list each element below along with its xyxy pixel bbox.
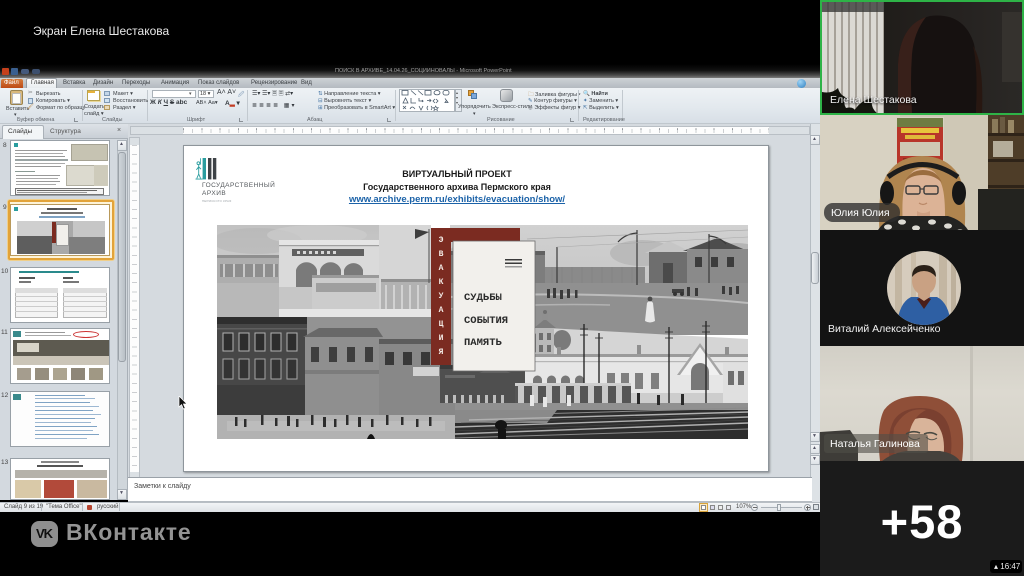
svg-text:К: К: [439, 278, 444, 287]
svg-text:СОБЫТИЯ: СОБЫТИЯ: [464, 315, 508, 327]
svg-text:И: И: [439, 334, 444, 343]
svg-text:У: У: [439, 292, 444, 301]
svg-text:Э: Э: [439, 236, 444, 245]
svg-text:А: А: [439, 264, 444, 273]
svg-text:А: А: [439, 306, 444, 315]
svg-text:ПАМЯТЬ: ПАМЯТЬ: [464, 337, 503, 349]
svg-text:СУДЬБЫ: СУДЬБЫ: [464, 292, 502, 304]
svg-text:Я: Я: [439, 348, 444, 357]
svg-text:В: В: [439, 250, 444, 259]
svg-text:Ц: Ц: [439, 320, 444, 329]
